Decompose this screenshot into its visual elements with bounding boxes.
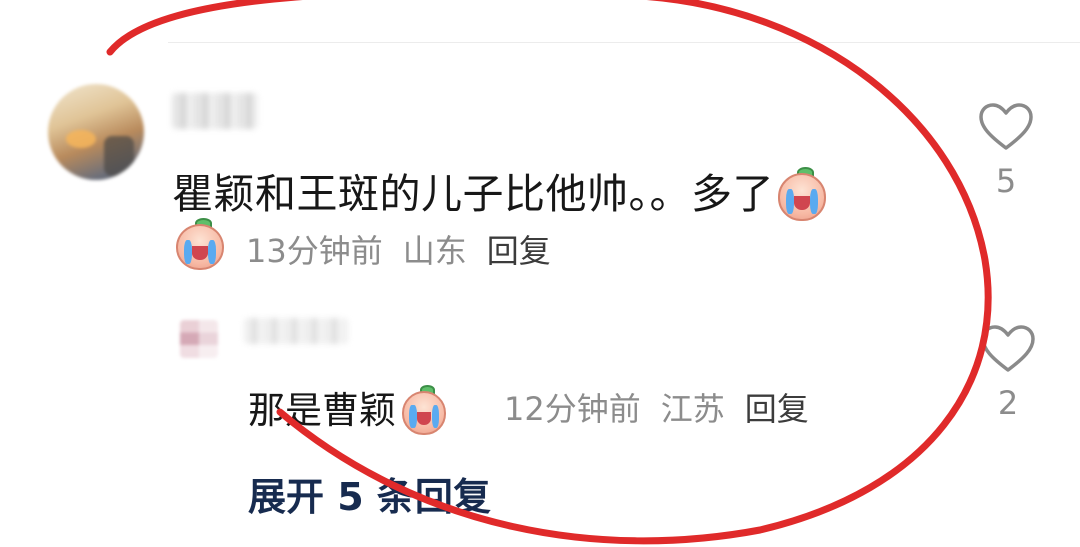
comment-thread: 瞿颖和王斑的儿子比他帅。。多了 13分钟前 山东 回复 5 那是曹颖 12分钟前 江苏…: [0, 0, 1080, 547]
heart-outline-icon: [981, 325, 1035, 372]
replier-name-blurred[interactable]: [244, 318, 348, 344]
reply-location: 江苏: [660, 390, 725, 428]
like-count: 5: [995, 162, 1017, 200]
commenter-name-blurred[interactable]: [172, 93, 258, 129]
heart-outline-icon: [979, 103, 1033, 150]
reply-reply-button[interactable]: 回复: [745, 390, 809, 428]
comment-time: 13分钟前: [246, 232, 383, 270]
reply-button[interactable]: 回复: [487, 232, 551, 270]
reply-like-count: 2: [997, 384, 1019, 422]
commenter-avatar[interactable]: [48, 84, 144, 180]
reply-time: 12分钟前: [504, 390, 641, 428]
divider: [168, 42, 1080, 43]
comment-body: 瞿颖和王斑的儿子比他帅。。多了: [172, 170, 774, 218]
reply-body: 那是曹颖: [248, 389, 396, 432]
crying-laughing-emoji-icon: [402, 385, 446, 435]
reply-like-button[interactable]: 2: [978, 324, 1038, 422]
crying-laughing-emoji-icon: [778, 167, 826, 221]
reply-text[interactable]: 那是曹颖: [248, 380, 446, 435]
expand-replies-link[interactable]: 展开 5 条回复: [248, 466, 491, 521]
reply-meta: 12分钟前 江苏 回复: [504, 384, 829, 430]
comment-text[interactable]: 瞿颖和王斑的儿子比他帅。。多了: [172, 160, 826, 221]
comment-meta: 13分钟前 山东 回复: [246, 226, 571, 272]
like-button[interactable]: 5: [976, 102, 1036, 200]
replier-avatar[interactable]: [180, 320, 218, 358]
comment-location: 山东: [402, 232, 467, 270]
red-annotation-circle: [106, 0, 992, 545]
crying-laughing-emoji-icon: [176, 218, 224, 270]
